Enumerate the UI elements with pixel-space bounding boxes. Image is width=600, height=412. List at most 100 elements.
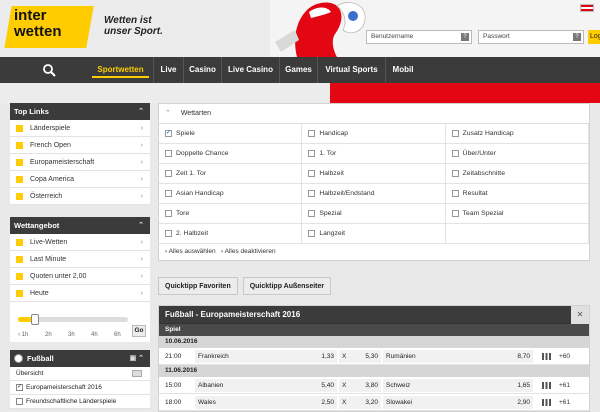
wettart-option[interactable]: Halbzeit bbox=[302, 164, 446, 184]
sidebar-item-heute[interactable]: Heute › bbox=[10, 285, 150, 302]
draw-odd-value: 5,30 bbox=[351, 350, 381, 363]
sidebar-item-europameisterschaft[interactable]: Europameisterschaft › bbox=[10, 154, 150, 171]
wettart-option[interactable]: Langzeit bbox=[302, 224, 446, 244]
deselect-all-link[interactable]: › Alles deaktivieren bbox=[221, 248, 276, 255]
checkbox[interactable] bbox=[451, 169, 459, 177]
wettart-label: Zusatz Handicap bbox=[462, 130, 514, 137]
wettangebot-header[interactable]: Wettangebot ⌃ bbox=[10, 217, 150, 234]
checkbox[interactable] bbox=[165, 149, 172, 157]
sidebar-item-live-wetten[interactable]: Live-Wetten › bbox=[10, 234, 150, 251]
wettart-option[interactable]: Doppelte Chance bbox=[159, 144, 303, 164]
username-help-icon[interactable]: ? bbox=[461, 33, 469, 41]
checkbox[interactable] bbox=[451, 149, 459, 157]
wettart-option[interactable]: Halbzeit/Endstand bbox=[302, 184, 446, 204]
statistics-icon[interactable] bbox=[542, 399, 551, 406]
login-button[interactable]: Log bbox=[588, 30, 600, 44]
slider-handle[interactable] bbox=[30, 314, 39, 325]
fussball-item-uebersicht[interactable]: Übersicht bbox=[10, 367, 150, 381]
checkbox[interactable] bbox=[308, 149, 316, 157]
sidebar-item-laenderspiele[interactable]: Länderspiele › bbox=[10, 120, 150, 137]
nav-sportwetten[interactable]: Sportwetten bbox=[88, 57, 154, 83]
checkbox[interactable] bbox=[165, 229, 172, 237]
statistics-icon[interactable] bbox=[542, 382, 551, 389]
fussball-item-label: Freundschaftliche Länderspiele bbox=[26, 398, 117, 405]
empty-cell bbox=[445, 224, 589, 244]
go-button[interactable]: Go bbox=[132, 325, 146, 337]
checkbox[interactable] bbox=[165, 169, 172, 177]
wettart-option[interactable]: Team Spezial bbox=[445, 204, 589, 224]
header: inter wetten Wetten ist unser Sport. Ben… bbox=[0, 0, 600, 57]
wettart-label: Handicap bbox=[319, 130, 349, 137]
collapse-icon[interactable]: ▣ ⌃ bbox=[130, 350, 144, 367]
select-all-link[interactable]: › Alles auswählen bbox=[165, 248, 216, 255]
sidebar-item-oesterreich[interactable]: Österreich › bbox=[10, 188, 150, 205]
top-links-header[interactable]: Top Links ⌃ bbox=[10, 103, 150, 120]
search-icon[interactable] bbox=[42, 63, 56, 77]
wettart-option[interactable]: Asian Handicap bbox=[159, 184, 303, 204]
match-row: 15:00 Albanien 5,40 X 3,80 Schweiz 1,65 +61 bbox=[159, 377, 589, 394]
nav-live-casino[interactable]: Live Casino bbox=[222, 57, 280, 83]
checkbox[interactable] bbox=[16, 397, 23, 405]
sidebar-item-quoten-unter-2[interactable]: Quoten unter 2,00 › bbox=[10, 268, 150, 285]
checkbox[interactable] bbox=[308, 229, 316, 237]
fussball-item-freundschaftliche[interactable]: Freundschaftliche Länderspiele bbox=[10, 395, 150, 409]
checkbox[interactable] bbox=[451, 209, 459, 217]
password-field[interactable]: Passwort ? bbox=[478, 30, 584, 44]
wettart-option[interactable]: 1. Tor bbox=[302, 144, 446, 164]
wettart-option[interactable]: Resultat bbox=[445, 184, 589, 204]
wettart-option[interactable]: Tore bbox=[159, 204, 303, 224]
checkbox[interactable] bbox=[451, 189, 459, 197]
quicktipp-favoriten-button[interactable]: Quicktipp Favoriten bbox=[158, 277, 238, 295]
chevron-up-icon[interactable]: ⌃ bbox=[165, 110, 171, 117]
slider-label: 2h bbox=[45, 332, 52, 338]
mascot-illustration bbox=[275, 2, 366, 57]
chevron-up-icon[interactable]: ⌃ bbox=[138, 217, 144, 234]
bullet-icon bbox=[16, 159, 23, 166]
nav-casino[interactable]: Casino bbox=[184, 57, 222, 83]
wettart-label: Langzeit bbox=[319, 230, 346, 237]
checkbox[interactable]: ✓ bbox=[165, 129, 172, 137]
away-odd-value: 2,90 bbox=[503, 396, 533, 409]
sidebar-item-last-minute[interactable]: Last Minute › bbox=[10, 251, 150, 268]
wettarten-header[interactable]: ⌃ Wettarten bbox=[159, 104, 589, 124]
wettarten-title: Wettarten bbox=[180, 110, 212, 117]
checkbox[interactable] bbox=[451, 129, 459, 137]
sidebar-item-copa-america[interactable]: Copa America › bbox=[10, 171, 150, 188]
checkbox[interactable] bbox=[165, 189, 172, 197]
wettart-option[interactable]: Handicap bbox=[302, 124, 446, 144]
wettart-option[interactable]: Zeitabschnitte bbox=[445, 164, 589, 184]
match-panel-title: Fußball - Europameisterschaft 2016 bbox=[165, 310, 301, 319]
wettart-option[interactable]: Spezial bbox=[302, 204, 446, 224]
wettart-option[interactable]: 2. Halbzeit bbox=[159, 224, 303, 244]
close-icon[interactable]: ✕ bbox=[571, 306, 589, 324]
wettart-option[interactable]: Zeit 1. Tor bbox=[159, 164, 303, 184]
username-field[interactable]: Benutzername ? bbox=[366, 30, 472, 44]
more-bets-link[interactable]: +61 bbox=[559, 377, 570, 394]
checkbox[interactable] bbox=[308, 189, 316, 197]
fussball-item-em-2016[interactable]: ✓ Europameisterschaft 2016 bbox=[10, 381, 150, 395]
password-help-icon[interactable]: ? bbox=[573, 33, 581, 41]
nav-live[interactable]: Live bbox=[154, 57, 184, 83]
checkbox[interactable]: ✓ bbox=[16, 383, 23, 391]
nav-mobil[interactable]: Mobil bbox=[386, 57, 420, 83]
wettart-option[interactable]: Über/Unter bbox=[445, 144, 589, 164]
nav-virtual-sports[interactable]: Virtual Sports bbox=[318, 57, 386, 83]
more-bets-link[interactable]: +61 bbox=[559, 394, 570, 411]
more-bets-link[interactable]: +60 bbox=[559, 348, 570, 365]
checkbox[interactable] bbox=[308, 209, 316, 217]
wettart-option[interactable]: ✓ Spiele bbox=[159, 124, 303, 144]
nav-games[interactable]: Games bbox=[280, 57, 318, 83]
wettart-option[interactable]: Zusatz Handicap bbox=[445, 124, 589, 144]
sidebar-item-french-open[interactable]: French Open › bbox=[10, 137, 150, 154]
quicktipp-aussenseiter-button[interactable]: Quicktipp Außenseiter bbox=[242, 277, 332, 295]
logo[interactable]: inter wetten bbox=[14, 8, 62, 40]
match-list: 10.06.2016 21:00 Frankreich 1,33 X 5,30 Rumäni… bbox=[159, 336, 589, 411]
checkbox[interactable] bbox=[308, 169, 316, 177]
checkbox[interactable] bbox=[308, 129, 316, 137]
statistics-icon[interactable] bbox=[542, 353, 551, 360]
chevron-up-icon[interactable]: ⌃ bbox=[138, 103, 144, 120]
fussball-header[interactable]: Fußball ▣ ⌃ bbox=[10, 350, 150, 367]
austria-flag-icon[interactable] bbox=[580, 4, 594, 12]
checkbox[interactable] bbox=[165, 209, 172, 217]
list-toggle-icon[interactable] bbox=[132, 370, 142, 377]
